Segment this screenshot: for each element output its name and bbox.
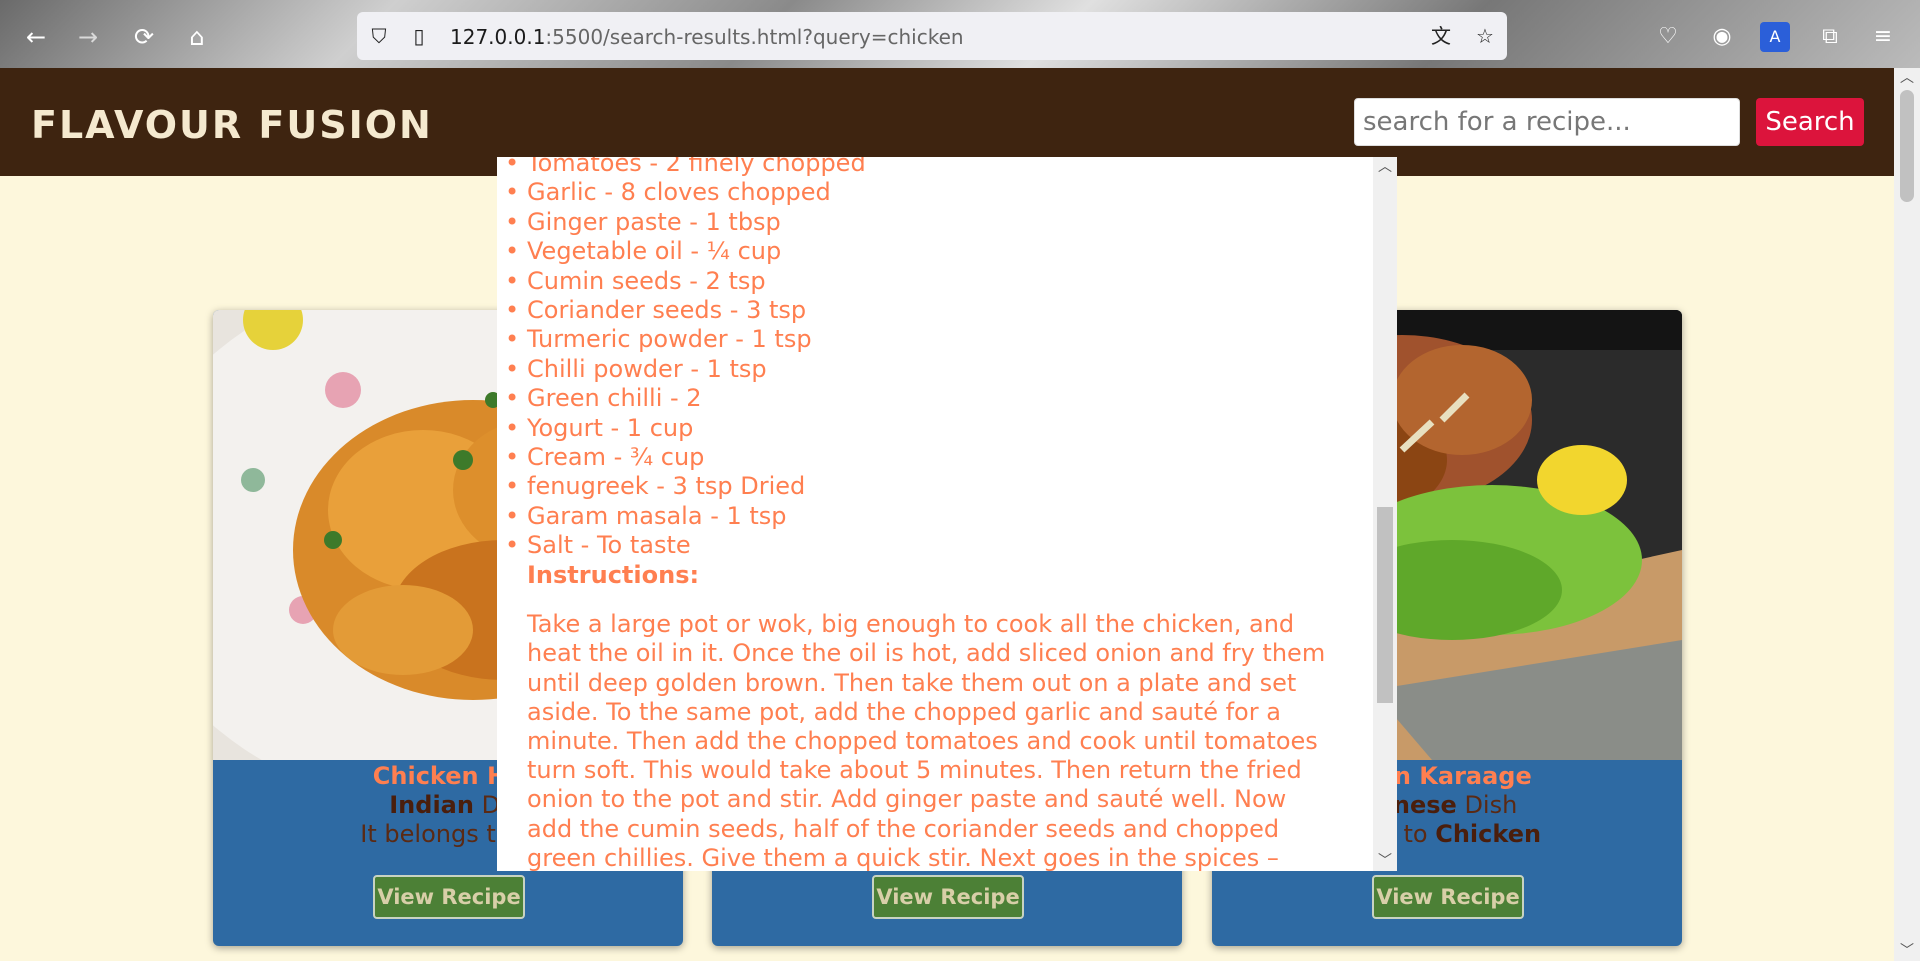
ingredient-item: fenugreek - 3 tsp Dried [505, 472, 1353, 502]
account-icon[interactable]: ◉ [1707, 22, 1737, 52]
page-scroll-up-arrow-icon[interactable]: ︿ [1894, 68, 1920, 88]
instruction-line: until deep golden brown. Then take them … [527, 668, 1297, 697]
browser-toolbar: ← → ⟳ ⌂ ⛉ ▯ 127.0.0.1:5500/search-result… [0, 0, 1920, 68]
star-icon[interactable]: ☆ [1473, 24, 1497, 48]
page-scroll-thumb[interactable] [1900, 90, 1914, 202]
instruction-line: green chillies. Give them a quick stir. … [527, 843, 1279, 871]
modal-scrollbar[interactable]: ︿ ﹀ [1373, 157, 1397, 871]
translate-icon[interactable]: 文 [1429, 24, 1453, 48]
instruction-line: add the cumin seeds, half of the coriand… [527, 814, 1280, 843]
instructions-text: Take a large pot or wok, big enough to c… [527, 610, 1353, 871]
instruction-line: turn soft. This would take about 5 minut… [527, 756, 1302, 785]
scroll-down-arrow-icon[interactable]: ﹀ [1373, 851, 1397, 871]
shield-icon[interactable]: ⛉ [367, 24, 391, 48]
instructions-heading: Instructions: [527, 560, 700, 589]
ingredient-item: Turmeric powder - 1 tsp [505, 325, 1353, 355]
ingredient-item: Salt - To taste [505, 531, 1353, 561]
view-recipe-button[interactable]: View Recipe [1372, 875, 1524, 919]
recipe-modal: Tomatoes - 2 finely chopped Garlic - 8 c… [497, 157, 1397, 871]
modal-scroll-thumb[interactable] [1377, 507, 1393, 703]
ingredient-item: Vegetable oil - ¼ cup [505, 237, 1353, 267]
menu-icon[interactable]: ≡ [1868, 22, 1898, 52]
recipe-modal-content: Tomatoes - 2 finely chopped Garlic - 8 c… [505, 157, 1353, 871]
url-text[interactable]: 127.0.0.1:5500/search-results.html?query… [450, 25, 964, 49]
scroll-up-arrow-icon[interactable]: ︿ [1373, 157, 1397, 177]
page-icon[interactable]: ▯ [407, 24, 431, 48]
ingredient-item: Yogurt - 1 cup [505, 414, 1353, 444]
ingredient-item: Garlic - 8 cloves chopped [505, 178, 1353, 208]
back-arrow-icon[interactable]: ← [19, 20, 53, 54]
home-icon[interactable]: ⌂ [180, 20, 214, 54]
view-recipe-button[interactable]: View Recipe [872, 875, 1024, 919]
search-button[interactable]: Search [1756, 98, 1864, 146]
ingredient-item: Green chilli - 2 [505, 384, 1353, 414]
view-recipe-button[interactable]: View Recipe [373, 875, 525, 919]
translate-extension-icon[interactable]: A [1760, 22, 1790, 52]
site-logo[interactable]: FLAVOUR FUSION [31, 103, 433, 147]
page-scrollbar[interactable]: ︿ ﹀ [1894, 68, 1920, 961]
reload-icon[interactable]: ⟳ [127, 20, 161, 54]
ingredients-list: Tomatoes - 2 finely chopped Garlic - 8 c… [505, 157, 1353, 561]
ingredient-item: Coriander seeds - 3 tsp [505, 296, 1353, 326]
instruction-line: aside. To the same pot, add the chopped … [527, 697, 1281, 726]
instruction-line: heat the oil in it. Once the oil is hot,… [527, 639, 1326, 668]
address-bar[interactable]: ⛉ ▯ 127.0.0.1:5500/search-results.html?q… [357, 12, 1507, 60]
ingredient-item: Tomatoes - 2 finely chopped [505, 157, 1353, 179]
extensions-icon[interactable]: ⧉ [1815, 22, 1845, 52]
page-scroll-down-arrow-icon[interactable]: ﹀ [1894, 941, 1920, 961]
ingredient-item: Cumin seeds - 2 tsp [505, 267, 1353, 297]
ingredient-item: Garam masala - 1 tsp [505, 502, 1353, 532]
search-input[interactable] [1354, 98, 1740, 146]
ingredient-item: Ginger paste - 1 tbsp [505, 208, 1353, 238]
ingredient-item: Cream - ¾ cup [505, 443, 1353, 473]
instruction-line: Take a large pot or wok, big enough to c… [527, 610, 1295, 639]
ingredient-item: Chilli powder - 1 tsp [505, 355, 1353, 385]
instruction-line: minute. Then add the chopped tomatoes an… [527, 726, 1318, 755]
pocket-icon[interactable]: ♡ [1653, 22, 1683, 52]
instruction-line: onion to the pot and stir. Add ginger pa… [527, 785, 1287, 814]
forward-arrow-icon[interactable]: → [71, 20, 105, 54]
